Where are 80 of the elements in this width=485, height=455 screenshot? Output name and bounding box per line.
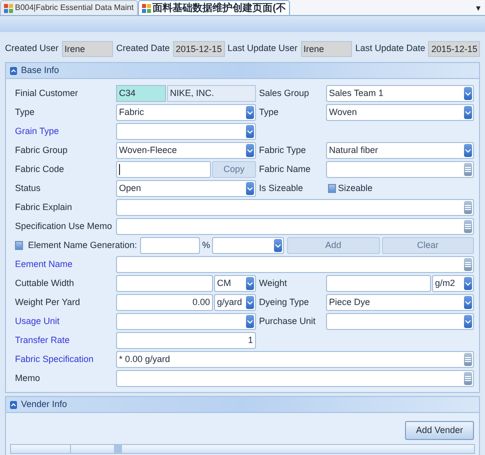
- ellipsis-button[interactable]: [464, 258, 472, 271]
- field-label: Type: [259, 106, 280, 119]
- field-label: Weight: [259, 276, 288, 290]
- readonly-field: Irene: [300, 40, 352, 56]
- ellipsis-button[interactable]: [464, 163, 472, 176]
- field-label: Weight Per Yard: [15, 296, 82, 309]
- field-label: Created Date: [116, 42, 170, 55]
- readonly-field: 2015-12-15: [428, 40, 480, 56]
- dropdown[interactable]: Open: [116, 180, 256, 197]
- dropdown[interactable]: Woven: [326, 104, 474, 121]
- checkbox[interactable]: [328, 184, 336, 193]
- dropdown[interactable]: Sales Team 1: [326, 85, 474, 102]
- memo-field[interactable]: [116, 256, 474, 273]
- field-label: Fabric Explain: [15, 200, 74, 214]
- dropdown[interactable]: g/yard: [214, 294, 256, 311]
- text-field[interactable]: [116, 275, 213, 292]
- memo-field[interactable]: * 0.00 g/yard: [116, 351, 474, 368]
- grid-icon: [142, 4, 151, 12]
- field-label: Transfer Rate: [15, 334, 71, 347]
- readonly-field: 2015-12-15: [172, 40, 224, 56]
- grid-icon: [4, 4, 13, 12]
- dropdown[interactable]: [116, 123, 256, 140]
- tab-menu-button[interactable]: ▾: [472, 1, 485, 15]
- checkbox-label: Sizeable: [338, 182, 373, 195]
- dropdown[interactable]: Woven-Fleece: [116, 142, 256, 159]
- checkbox[interactable]: [15, 241, 23, 250]
- field-label: Usage Unit: [15, 314, 61, 328]
- field-label: Dyeing Type: [259, 296, 310, 309]
- field-label: Fabric Group: [15, 144, 69, 157]
- field-label: Type: [15, 106, 36, 119]
- text-field[interactable]: [326, 275, 431, 292]
- text-field[interactable]: [140, 237, 200, 254]
- ellipsis-button[interactable]: [464, 353, 472, 366]
- field-label: Finial Customer: [15, 86, 80, 100]
- tab[interactable]: 面料基础数据维护创建页面(不: [138, 0, 290, 15]
- memo-field[interactable]: [326, 161, 474, 178]
- field-label: Last Update Date: [355, 42, 426, 55]
- section-title: Vender Info: [21, 398, 68, 411]
- field-label: Memo: [15, 372, 42, 385]
- percent-sign: %: [201, 238, 212, 252]
- dropdown[interactable]: Piece Dye: [326, 294, 474, 311]
- dropdown[interactable]: [116, 313, 256, 330]
- memo-field[interactable]: [116, 199, 474, 216]
- field-label: Fabric Code: [15, 162, 66, 176]
- field-label: Specification Use Memo: [15, 220, 114, 233]
- dropdown[interactable]: g/m2: [432, 275, 474, 292]
- field-label: Created User: [5, 42, 59, 55]
- field-label: Element Name Generation:: [28, 238, 138, 252]
- text-field[interactable]: [116, 161, 211, 178]
- name-field: NIKE, INC.: [167, 85, 256, 102]
- memo-field[interactable]: [116, 370, 474, 387]
- dropdown[interactable]: Fabric: [116, 104, 256, 121]
- section-title: Base Info: [21, 64, 60, 77]
- field-label: Purchase Unit: [259, 314, 317, 328]
- field-label: Fabric Type: [259, 144, 307, 157]
- memo-field[interactable]: [116, 218, 474, 235]
- field-label: Fabric Name: [259, 162, 312, 176]
- field-label: Status: [15, 182, 42, 195]
- field-label: Sales Group: [259, 86, 310, 100]
- text-field[interactable]: 1: [116, 332, 256, 349]
- field-label: Grain Type: [15, 124, 60, 138]
- tab[interactable]: B004|Fabric Essential Data Maint: [0, 0, 138, 15]
- dropdown[interactable]: CM: [214, 275, 256, 292]
- dropdown[interactable]: [212, 237, 284, 254]
- dropdown[interactable]: Natural fiber: [326, 142, 474, 159]
- field-label: Last Update User: [228, 42, 298, 55]
- ellipsis-button[interactable]: [464, 220, 472, 233]
- dropdown[interactable]: [326, 313, 474, 330]
- collapse-icon[interactable]: [10, 400, 17, 408]
- add-vender-button[interactable]: Add Vender: [405, 421, 474, 440]
- field-label: Cuttable Width: [15, 276, 76, 290]
- collapse-icon[interactable]: [10, 66, 17, 74]
- code-field[interactable]: C34: [116, 85, 166, 102]
- field-label: Is Sizeable: [259, 182, 304, 195]
- ellipsis-button[interactable]: [464, 201, 472, 214]
- readonly-field: Irene: [62, 40, 114, 56]
- text-field[interactable]: 0.00: [116, 294, 213, 311]
- ellipsis-button[interactable]: [464, 372, 472, 385]
- field-label: Fabric Specification: [15, 352, 95, 366]
- field-label: Eement Name: [15, 258, 74, 271]
